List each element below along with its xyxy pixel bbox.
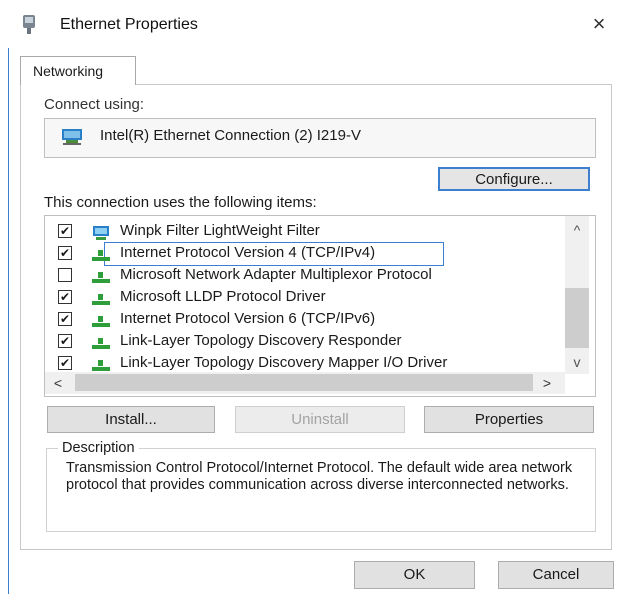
scroll-left-icon[interactable]: < — [48, 372, 68, 394]
scroll-up-icon[interactable]: ^ — [565, 220, 589, 240]
close-button[interactable]: × — [586, 10, 612, 38]
install-button[interactable]: Install... — [47, 406, 215, 433]
item-checkbox[interactable]: ✔ — [58, 224, 72, 238]
protocol-icon — [90, 357, 112, 373]
cancel-button[interactable]: Cancel — [498, 561, 614, 589]
list-item[interactable]: Microsoft Network Adapter Multiplexor Pr… — [58, 266, 498, 286]
list-item[interactable]: ✔ Link-Layer Topology Discovery Mapper I… — [58, 354, 498, 374]
item-checkbox[interactable]: ✔ — [58, 356, 72, 370]
item-checkbox[interactable] — [58, 268, 72, 282]
protocol-icon — [90, 269, 112, 285]
protocol-icon — [90, 247, 112, 263]
ok-button[interactable]: OK — [354, 561, 475, 589]
item-label: Internet Protocol Version 6 (TCP/IPv6) — [120, 310, 376, 327]
horizontal-scroll-thumb[interactable] — [75, 374, 533, 391]
properties-button[interactable]: Properties — [424, 406, 594, 433]
protocol-icon — [90, 335, 112, 351]
description-title: Description — [58, 440, 139, 456]
filter-icon — [90, 225, 112, 241]
list-item[interactable]: ✔ Internet Protocol Version 6 (TCP/IPv6) — [58, 310, 498, 330]
item-label: Winpk Filter LightWeight Filter — [120, 222, 320, 239]
list-item-selected[interactable]: ✔ Internet Protocol Version 4 (TCP/IPv4) — [58, 244, 498, 264]
item-checkbox[interactable]: ✔ — [58, 312, 72, 326]
connect-using-label: Connect using: — [44, 96, 145, 113]
vertical-scroll-thumb[interactable] — [565, 288, 589, 348]
network-card-icon — [60, 127, 84, 147]
item-label: Microsoft Network Adapter Multiplexor Pr… — [120, 266, 432, 283]
item-label: Internet Protocol Version 4 (TCP/IPv4) — [120, 244, 376, 261]
list-item[interactable]: ✔ Microsoft LLDP Protocol Driver — [58, 288, 498, 308]
list-item[interactable]: ✔ Link-Layer Topology Discovery Responde… — [58, 332, 498, 352]
protocol-icon — [90, 313, 112, 329]
item-label: Link-Layer Topology Discovery Responder — [120, 332, 402, 349]
list-item[interactable]: ✔ Winpk Filter LightWeight Filter — [58, 222, 498, 242]
item-checkbox[interactable]: ✔ — [58, 246, 72, 260]
item-checkbox[interactable]: ✔ — [58, 290, 72, 304]
configure-button[interactable]: Configure... — [438, 167, 590, 191]
window-title: Ethernet Properties — [60, 16, 198, 33]
protocol-icon — [90, 291, 112, 307]
item-label: Link-Layer Topology Discovery Mapper I/O… — [120, 354, 448, 371]
items-label: This connection uses the following items… — [44, 194, 317, 211]
item-checkbox[interactable]: ✔ — [58, 334, 72, 348]
window-border — [8, 48, 9, 594]
tab-networking[interactable]: Networking — [20, 56, 136, 85]
description-text: Transmission Control Protocol/Internet P… — [66, 460, 573, 493]
network-adapter-icon — [20, 14, 38, 36]
adapter-name: Intel(R) Ethernet Connection (2) I219-V — [100, 127, 361, 144]
scroll-right-icon[interactable]: > — [537, 372, 557, 394]
scroll-down-icon[interactable]: v — [565, 352, 589, 372]
item-label: Microsoft LLDP Protocol Driver — [120, 288, 326, 305]
uninstall-button[interactable]: Uninstall — [235, 406, 405, 433]
